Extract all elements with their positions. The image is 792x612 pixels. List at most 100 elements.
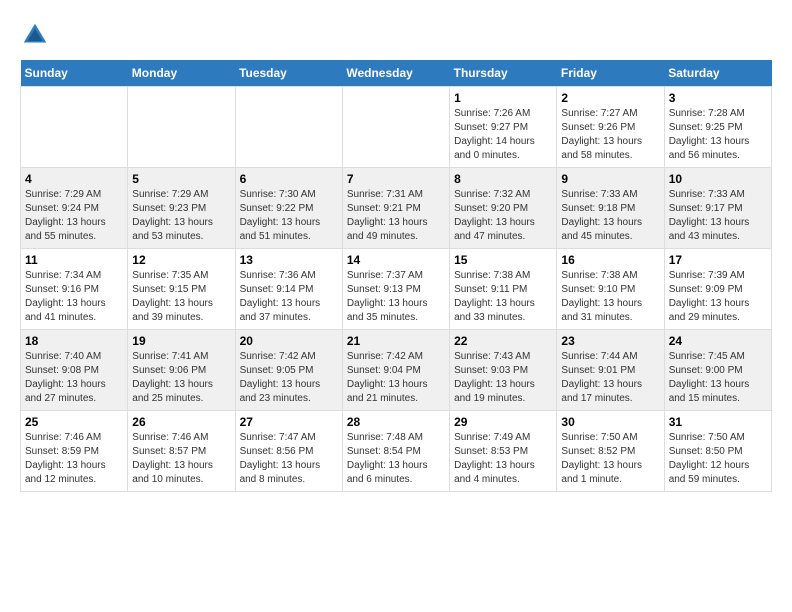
- calendar-cell: 22 Sunrise: 7:43 AM Sunset: 9:03 PM Dayli…: [450, 330, 557, 411]
- calendar-cell: 16Sunrise: 7:38 AM Sunset: 9:10 PM Dayli…: [557, 249, 664, 330]
- calendar-cell: 2 Sunrise: 7:27 AM Sunset: 9:26 PM Daylig…: [557, 87, 664, 168]
- week-row-1: 1Sunrise: 7:26 AM Sunset: 9:27 PM Daylig…: [21, 87, 772, 168]
- day-info: Sunrise: 7:32 AM Sunset: 9:20 PM Dayligh…: [454, 188, 552, 244]
- day-header-sunday: Sunday: [21, 60, 128, 87]
- day-info: Sunrise: 7:43 AM Sunset: 9:03 PM Dayligh…: [454, 350, 552, 406]
- day-header-wednesday: Wednesday: [342, 60, 449, 87]
- day-number: 28: [347, 415, 445, 429]
- calendar-cell: 24 Sunrise: 7:45 AM Sunset: 9:00 PM Dayli…: [664, 330, 771, 411]
- calendar-cell: 14Sunrise: 7:37 AM Sunset: 9:13 PM Dayli…: [342, 249, 449, 330]
- day-info: Sunrise: 7:46 AM Sunset: 8:59 PM Dayligh…: [25, 431, 123, 487]
- calendar-cell: 4Sunrise: 7:29 AM Sunset: 9:24 PM Daylig…: [21, 168, 128, 249]
- calendar-cell: 6 Sunrise: 7:30 AM Sunset: 9:22 PM Daylig…: [235, 168, 342, 249]
- day-number: 21: [347, 334, 445, 348]
- day-info: Sunrise: 7:29 AM Sunset: 9:23 PM Dayligh…: [132, 188, 230, 244]
- day-info: Sunrise: 7:28 AM Sunset: 9:25 PM Dayligh…: [669, 107, 767, 163]
- day-info: Sunrise: 7:36 AM Sunset: 9:14 PM Dayligh…: [240, 269, 338, 325]
- calendar-cell: 11 Sunrise: 7:34 AM Sunset: 9:16 PM Dayli…: [21, 249, 128, 330]
- day-number: 13: [240, 253, 338, 267]
- logo: [20, 20, 54, 50]
- calendar-cell: 30 Sunrise: 7:50 AM Sunset: 8:52 PM Dayli…: [557, 411, 664, 492]
- day-number: 1: [454, 91, 552, 105]
- day-number: 11: [25, 253, 123, 267]
- logo-icon: [20, 20, 50, 50]
- day-number: 6: [240, 172, 338, 186]
- day-info: Sunrise: 7:27 AM Sunset: 9:26 PM Dayligh…: [561, 107, 659, 163]
- day-number: 2: [561, 91, 659, 105]
- day-number: 7: [347, 172, 445, 186]
- calendar-cell: [342, 87, 449, 168]
- calendar-cell: 7Sunrise: 7:31 AM Sunset: 9:21 PM Daylig…: [342, 168, 449, 249]
- calendar-table: SundayMondayTuesdayWednesdayThursdayFrid…: [20, 60, 772, 492]
- day-number: 18: [25, 334, 123, 348]
- day-header-monday: Monday: [128, 60, 235, 87]
- calendar-cell: 3 Sunrise: 7:28 AM Sunset: 9:25 PM Daylig…: [664, 87, 771, 168]
- day-header-friday: Friday: [557, 60, 664, 87]
- calendar-cell: 21 Sunrise: 7:42 AM Sunset: 9:04 PM Dayli…: [342, 330, 449, 411]
- day-info: Sunrise: 7:37 AM Sunset: 9:13 PM Dayligh…: [347, 269, 445, 325]
- calendar-cell: 17 Sunrise: 7:39 AM Sunset: 9:09 PM Dayli…: [664, 249, 771, 330]
- day-info: Sunrise: 7:48 AM Sunset: 8:54 PM Dayligh…: [347, 431, 445, 487]
- day-header-saturday: Saturday: [664, 60, 771, 87]
- day-info: Sunrise: 7:42 AM Sunset: 9:05 PM Dayligh…: [240, 350, 338, 406]
- day-info: Sunrise: 7:30 AM Sunset: 9:22 PM Dayligh…: [240, 188, 338, 244]
- day-number: 4: [25, 172, 123, 186]
- day-number: 10: [669, 172, 767, 186]
- day-info: Sunrise: 7:45 AM Sunset: 9:00 PM Dayligh…: [669, 350, 767, 406]
- calendar-cell: 28 Sunrise: 7:48 AM Sunset: 8:54 PM Dayli…: [342, 411, 449, 492]
- calendar-cell: 13 Sunrise: 7:36 AM Sunset: 9:14 PM Dayli…: [235, 249, 342, 330]
- calendar-cell: 19 Sunrise: 7:41 AM Sunset: 9:06 PM Dayli…: [128, 330, 235, 411]
- day-number: 29: [454, 415, 552, 429]
- day-number: 8: [454, 172, 552, 186]
- day-number: 16: [561, 253, 659, 267]
- day-info: Sunrise: 7:38 AM Sunset: 9:11 PM Dayligh…: [454, 269, 552, 325]
- day-number: 15: [454, 253, 552, 267]
- calendar-cell: 25 Sunrise: 7:46 AM Sunset: 8:59 PM Dayli…: [21, 411, 128, 492]
- calendar-cell: 12Sunrise: 7:35 AM Sunset: 9:15 PM Dayli…: [128, 249, 235, 330]
- calendar-cell: 20 Sunrise: 7:42 AM Sunset: 9:05 PM Dayli…: [235, 330, 342, 411]
- day-number: 25: [25, 415, 123, 429]
- calendar-cell: 9 Sunrise: 7:33 AM Sunset: 9:18 PM Daylig…: [557, 168, 664, 249]
- day-number: 22: [454, 334, 552, 348]
- day-number: 31: [669, 415, 767, 429]
- day-info: Sunrise: 7:35 AM Sunset: 9:15 PM Dayligh…: [132, 269, 230, 325]
- day-number: 5: [132, 172, 230, 186]
- calendar-cell: 31 Sunrise: 7:50 AM Sunset: 8:50 PM Dayli…: [664, 411, 771, 492]
- day-number: 27: [240, 415, 338, 429]
- calendar-cell: 27 Sunrise: 7:47 AM Sunset: 8:56 PM Dayli…: [235, 411, 342, 492]
- calendar-cell: 18 Sunrise: 7:40 AM Sunset: 9:08 PM Dayli…: [21, 330, 128, 411]
- day-number: 30: [561, 415, 659, 429]
- calendar-cell: 1Sunrise: 7:26 AM Sunset: 9:27 PM Daylig…: [450, 87, 557, 168]
- day-info: Sunrise: 7:47 AM Sunset: 8:56 PM Dayligh…: [240, 431, 338, 487]
- day-number: 3: [669, 91, 767, 105]
- page-header: [20, 20, 772, 50]
- day-number: 19: [132, 334, 230, 348]
- day-info: Sunrise: 7:44 AM Sunset: 9:01 PM Dayligh…: [561, 350, 659, 406]
- calendar-cell: [128, 87, 235, 168]
- calendar-cell: [235, 87, 342, 168]
- day-info: Sunrise: 7:49 AM Sunset: 8:53 PM Dayligh…: [454, 431, 552, 487]
- day-number: 9: [561, 172, 659, 186]
- calendar-cell: 23 Sunrise: 7:44 AM Sunset: 9:01 PM Dayli…: [557, 330, 664, 411]
- day-number: 24: [669, 334, 767, 348]
- calendar-cell: 15 Sunrise: 7:38 AM Sunset: 9:11 PM Dayli…: [450, 249, 557, 330]
- calendar-cell: 8 Sunrise: 7:32 AM Sunset: 9:20 PM Daylig…: [450, 168, 557, 249]
- day-info: Sunrise: 7:50 AM Sunset: 8:52 PM Dayligh…: [561, 431, 659, 487]
- day-info: Sunrise: 7:50 AM Sunset: 8:50 PM Dayligh…: [669, 431, 767, 487]
- day-info: Sunrise: 7:42 AM Sunset: 9:04 PM Dayligh…: [347, 350, 445, 406]
- day-number: 23: [561, 334, 659, 348]
- day-number: 17: [669, 253, 767, 267]
- day-info: Sunrise: 7:33 AM Sunset: 9:18 PM Dayligh…: [561, 188, 659, 244]
- day-number: 26: [132, 415, 230, 429]
- day-info: Sunrise: 7:34 AM Sunset: 9:16 PM Dayligh…: [25, 269, 123, 325]
- day-header-tuesday: Tuesday: [235, 60, 342, 87]
- calendar-cell: 5 Sunrise: 7:29 AM Sunset: 9:23 PM Daylig…: [128, 168, 235, 249]
- day-info: Sunrise: 7:41 AM Sunset: 9:06 PM Dayligh…: [132, 350, 230, 406]
- calendar-cell: 29 Sunrise: 7:49 AM Sunset: 8:53 PM Dayli…: [450, 411, 557, 492]
- day-info: Sunrise: 7:39 AM Sunset: 9:09 PM Dayligh…: [669, 269, 767, 325]
- week-row-5: 25 Sunrise: 7:46 AM Sunset: 8:59 PM Dayli…: [21, 411, 772, 492]
- calendar-cell: 26Sunrise: 7:46 AM Sunset: 8:57 PM Dayli…: [128, 411, 235, 492]
- calendar-cell: [21, 87, 128, 168]
- day-number: 20: [240, 334, 338, 348]
- day-info: Sunrise: 7:40 AM Sunset: 9:08 PM Dayligh…: [25, 350, 123, 406]
